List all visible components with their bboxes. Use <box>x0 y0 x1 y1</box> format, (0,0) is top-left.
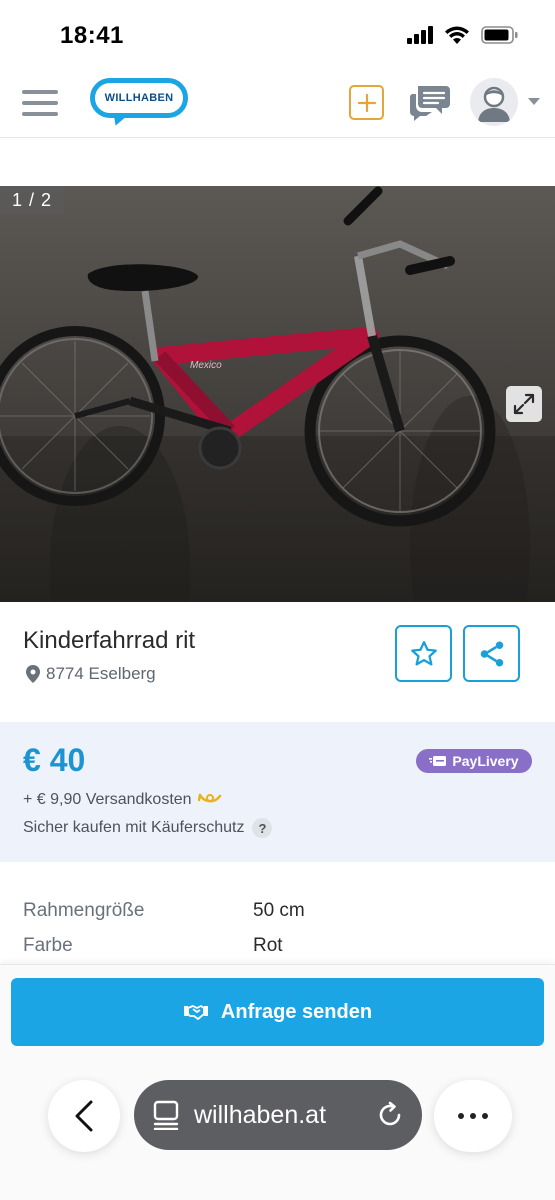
shipping-text: + € 9,90 Versandkosten <box>23 791 192 808</box>
attribute-value: 50 cm <box>253 900 305 921</box>
share-icon <box>480 641 503 666</box>
attribute-label: Rahmengröße <box>23 900 145 921</box>
avatar-icon <box>478 86 510 122</box>
app-header: WILLHABEN <box>0 70 555 138</box>
add-ad-button[interactable] <box>349 85 384 120</box>
location-text: 8774 Eselberg <box>46 664 156 683</box>
favorite-button[interactable] <box>395 625 452 682</box>
messages-icon <box>409 86 450 121</box>
protection-text: Sicher kaufen mit Käuferschutz <box>23 819 245 836</box>
expand-photo-button[interactable] <box>506 386 542 422</box>
price-box: € 40 PayLivery + € 9,90 Versandkosten Si… <box>0 722 555 862</box>
svg-text:Mexico: Mexico <box>190 360 222 371</box>
chevron-down-icon[interactable] <box>528 98 540 105</box>
browser-back-button[interactable] <box>48 1080 120 1152</box>
url-bar[interactable]: willhaben.at <box>134 1080 422 1150</box>
status-time: 18:41 <box>60 22 124 49</box>
price: € 40 <box>23 742 86 778</box>
paylivery-label: PayLivery <box>452 753 519 769</box>
url-text[interactable]: willhaben.at <box>194 1101 362 1130</box>
star-icon <box>410 640 437 665</box>
back-arrow-icon <box>75 1100 93 1132</box>
wifi-icon <box>445 26 469 44</box>
tabs-icon[interactable] <box>152 1100 180 1130</box>
send-request-button[interactable]: Anfrage senden <box>11 978 544 1046</box>
add-ad-icon <box>357 93 376 112</box>
more-button[interactable] <box>434 1080 512 1152</box>
buyer-protection: Sicher kaufen mit Käuferschutz ? <box>23 818 273 838</box>
listing-title: Kinderfahrrad rit <box>23 627 196 654</box>
handshake-icon <box>183 1005 208 1020</box>
photo-counter: 1 / 2 <box>0 186 64 214</box>
cellular-signal-icon <box>407 26 433 44</box>
status-bar: 18:41 <box>0 0 555 70</box>
hamburger-menu-icon[interactable] <box>22 90 58 116</box>
avatar[interactable] <box>470 78 518 126</box>
logo-text: WILLHABEN <box>104 92 174 104</box>
bicycle-photo: Mexico <box>0 186 555 602</box>
listing-photo[interactable]: Mexico 1 / 2 <box>0 186 555 602</box>
help-icon[interactable]: ? <box>252 818 273 838</box>
share-button[interactable] <box>463 625 520 682</box>
listing-location: 8774 Eselberg <box>26 664 156 684</box>
attribute-value: Rot <box>253 935 283 956</box>
willhaben-logo[interactable]: WILLHABEN <box>90 78 188 129</box>
status-icons <box>407 26 519 44</box>
more-icon <box>458 1113 464 1119</box>
send-request-label: Anfrage senden <box>220 1000 373 1023</box>
paylivery-badge[interactable]: PayLivery <box>416 749 532 773</box>
post-horn-icon <box>197 793 221 803</box>
battery-icon <box>481 26 518 44</box>
messages-button[interactable] <box>408 82 452 122</box>
attribute-label: Farbe <box>23 935 73 956</box>
expand-icon <box>513 393 535 415</box>
map-pin-icon <box>26 665 40 683</box>
reload-icon[interactable] <box>376 1101 404 1129</box>
paylivery-icon <box>429 756 447 766</box>
shipping-cost: + € 9,90 Versandkosten <box>23 791 222 809</box>
